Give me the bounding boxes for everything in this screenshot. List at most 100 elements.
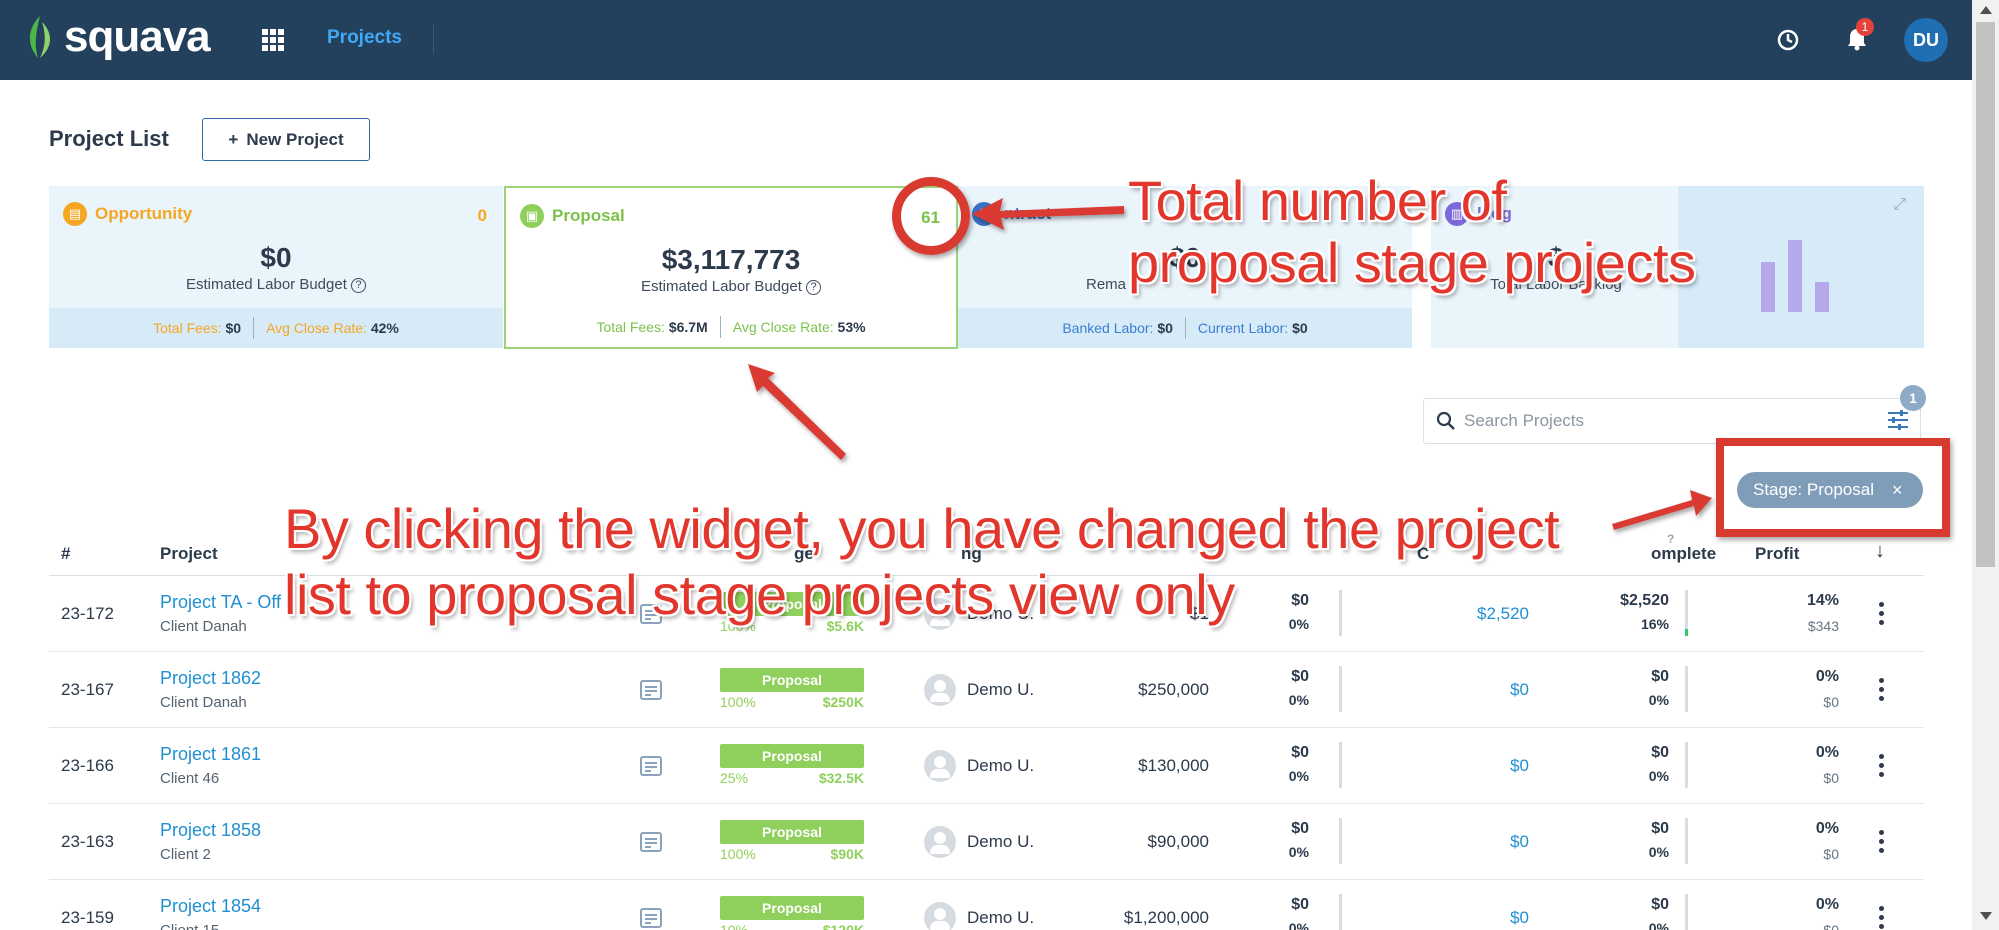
project-name-link[interactable]: Project 1861	[160, 744, 261, 765]
contract-amount-link[interactable]: $0	[1399, 832, 1529, 852]
col-complete[interactable]: omplete	[1651, 544, 1716, 564]
complete-percent: 16%	[1640, 616, 1669, 632]
pm-avatar-icon	[924, 902, 956, 930]
project-name-link[interactable]: Project 1858	[160, 820, 261, 841]
complete-percent: 0%	[1648, 692, 1669, 708]
notification-badge: 1	[1856, 18, 1874, 36]
help-icon[interactable]: ?	[1667, 532, 1674, 546]
page-scrollbar[interactable]	[1972, 0, 1999, 930]
client-name: Client 15	[160, 922, 219, 930]
notes-icon[interactable]	[639, 754, 663, 783]
billed-progress-bar	[1339, 742, 1342, 788]
col-profit[interactable]: Profit	[1755, 544, 1799, 564]
scroll-down-arrow-icon[interactable]	[1980, 912, 1992, 920]
billed-progress-bar	[1339, 894, 1342, 930]
complete-progress-bar	[1685, 742, 1688, 788]
notes-icon[interactable]	[639, 906, 663, 930]
stage-indicator[interactable]: Proposal 100% $250K	[720, 668, 864, 710]
new-project-button[interactable]: + New Project	[202, 118, 370, 161]
table-row[interactable]: 23-159 Project 1854 Client 15 Proposal 10% $1…	[49, 880, 1924, 930]
col-number[interactable]: #	[61, 544, 70, 564]
project-number: 23-172	[61, 604, 114, 623]
more-options-icon[interactable]	[1879, 602, 1885, 629]
table-row[interactable]: 23-166 Project 1861 Client 46 Proposal 25% $3…	[49, 728, 1924, 804]
billed-amount: $0	[1291, 820, 1309, 837]
scrollbar-thumb[interactable]	[1976, 22, 1995, 567]
stage-indicator[interactable]: Proposal 10% $120K	[720, 896, 864, 930]
labor-budget: $130,000	[1138, 756, 1209, 775]
complete-amount: $0	[1651, 744, 1669, 761]
more-options-icon[interactable]	[1879, 678, 1885, 705]
project-name-link[interactable]: Project 1862	[160, 668, 261, 689]
top-navbar: squava Projects 1 DU	[0, 0, 1972, 80]
stage-amount: $250K	[822, 694, 864, 710]
document-icon: ▤	[63, 202, 87, 226]
stage-amount: $120K	[822, 922, 864, 930]
notes-icon[interactable]	[639, 678, 663, 707]
clock-icon[interactable]	[1776, 28, 1800, 52]
notes-icon[interactable]	[639, 830, 663, 859]
complete-progress-bar	[1685, 818, 1688, 864]
expand-icon[interactable]: ⤢	[1893, 196, 1906, 214]
plus-icon: +	[228, 129, 239, 149]
stage-pill: Proposal	[720, 744, 864, 768]
billed-percent: 0%	[1288, 844, 1309, 860]
project-name-link[interactable]: Project TA - Off	[160, 592, 281, 613]
brand-logo[interactable]: squava	[24, 12, 211, 62]
search-input[interactable]	[1464, 407, 1844, 435]
project-name-link[interactable]: Project 1854	[160, 896, 261, 917]
profit-amount: $343	[1807, 618, 1839, 634]
help-icon[interactable]: ?	[351, 277, 367, 293]
stage-probability: 100%	[720, 846, 756, 862]
briefcase-icon: ▣	[520, 204, 544, 228]
backlog-bar	[1761, 262, 1775, 312]
complete-progress-bar	[1685, 894, 1688, 930]
profit-amount: $0	[1823, 846, 1839, 862]
opportunity-subtitle: Estimated Labor Budget ?	[49, 276, 503, 293]
table-row[interactable]: 23-163 Project 1858 Client 2 Proposal 100% $9…	[49, 804, 1924, 880]
stage-indicator[interactable]: Proposal 100% $90K	[720, 820, 864, 862]
complete-amount: $0	[1651, 668, 1669, 685]
contract-amount-link[interactable]: $0	[1399, 756, 1529, 776]
labor-budget: $90,000	[1147, 832, 1209, 851]
apps-grid-icon[interactable]	[262, 29, 284, 51]
leaf-icon	[29, 16, 50, 58]
user-avatar[interactable]: DU	[1904, 18, 1948, 62]
profit-amount: $0	[1823, 922, 1839, 930]
brand-name: squava	[64, 12, 211, 61]
nav-projects-link[interactable]: Projects	[327, 27, 402, 49]
download-icon[interactable]: ↓	[1875, 540, 1885, 563]
proposal-title: Proposal	[552, 206, 625, 225]
complete-percent: 0%	[1648, 768, 1669, 784]
stage-pill: Proposal	[720, 820, 864, 844]
help-icon[interactable]: ?	[806, 279, 822, 295]
contract-amount-link[interactable]: $0	[1399, 680, 1529, 700]
opportunity-count: 0	[477, 206, 487, 225]
contract-amount-link[interactable]: $0	[1399, 908, 1529, 928]
pm-avatar-icon	[924, 826, 956, 858]
project-manager: Demo U.	[967, 756, 1035, 775]
opportunity-widget[interactable]: ▤ Opportunity 0 $0 Estimated Labor Budge…	[49, 186, 503, 348]
more-options-icon[interactable]	[1879, 754, 1885, 781]
filter-sliders-icon[interactable]	[1886, 409, 1910, 431]
scroll-up-arrow-icon[interactable]	[1980, 6, 1992, 14]
complete-amount: $0	[1651, 820, 1669, 837]
contract-icon: ✎	[972, 202, 996, 226]
profit-percent: 0%	[1815, 744, 1839, 761]
stage-indicator[interactable]: Proposal 25% $32.5K	[720, 744, 864, 786]
col-project[interactable]: Project	[160, 544, 218, 564]
billed-percent: 0%	[1288, 768, 1309, 784]
billed-progress-bar	[1339, 818, 1342, 864]
profit-percent: 0%	[1815, 896, 1839, 913]
billed-progress-bar	[1339, 666, 1342, 712]
billed-amount: $0	[1291, 744, 1309, 761]
more-options-icon[interactable]	[1879, 906, 1885, 930]
annotation-circle	[892, 177, 970, 255]
profit-percent: 0%	[1815, 668, 1839, 685]
more-options-icon[interactable]	[1879, 830, 1885, 857]
table-row[interactable]: 23-167 Project 1862 Client Danah Proposal 10…	[49, 652, 1924, 728]
proposal-amount: $3,117,773	[661, 244, 801, 275]
project-manager: Demo U.	[967, 680, 1035, 699]
proposal-widget[interactable]: ▣ Proposal 61 $3,117,773 Estimated Labor…	[504, 186, 958, 349]
search-icon	[1436, 411, 1455, 430]
